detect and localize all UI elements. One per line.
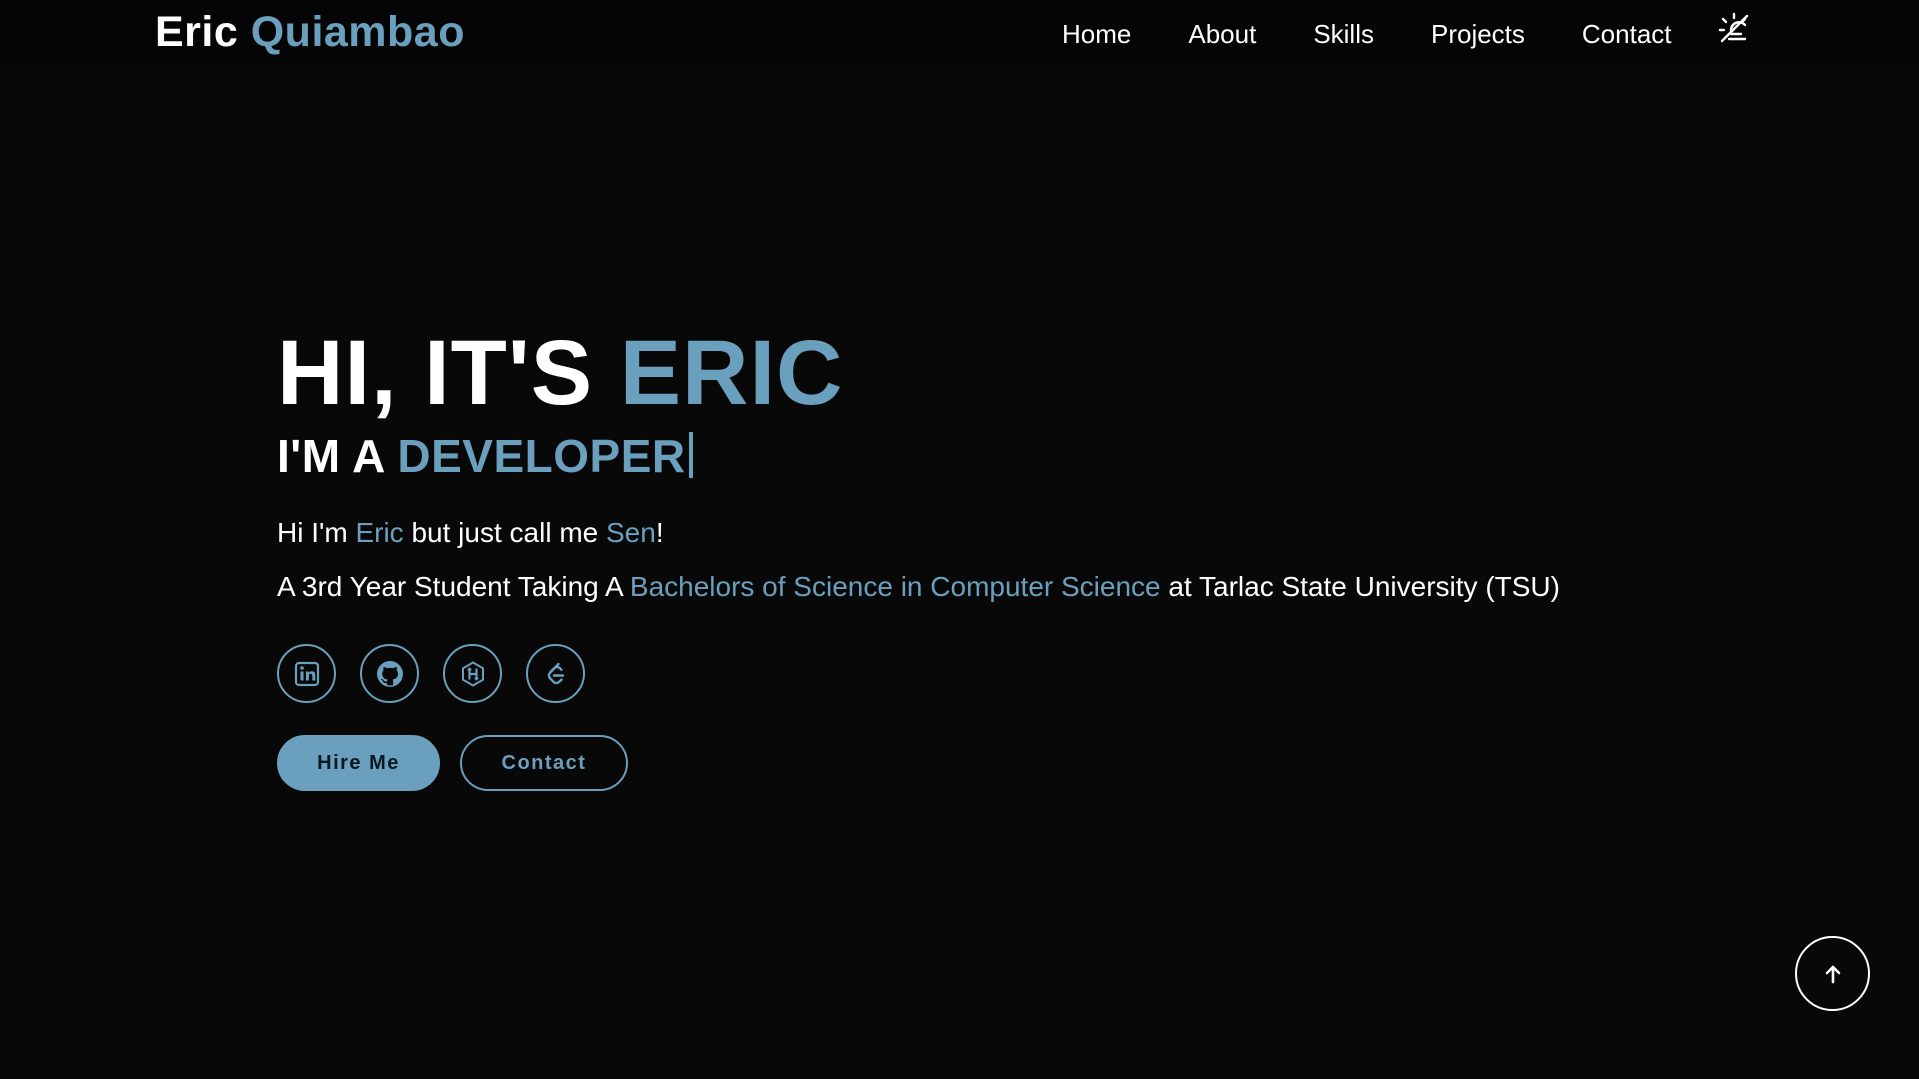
intro-education-text: A 3rd Year Student Taking A — [277, 571, 623, 602]
intro-greeting: Hi I'm Eric but just call me Sen! — [277, 516, 1560, 550]
logo-last-name: Quiambao — [250, 8, 465, 56]
intro-degree: Bachelors of Science in Computer Science — [629, 571, 1161, 602]
nav-about[interactable]: About — [1188, 18, 1256, 50]
nav-home[interactable]: Home — [1062, 18, 1131, 50]
page: Eric Quiambao Home About Skills Projects… — [0, 0, 1919, 1079]
linkedin-link[interactable] — [277, 644, 336, 703]
nav-skills[interactable]: Skills — [1313, 18, 1374, 50]
intro-greeting-text-2: but just call me — [411, 517, 599, 548]
hero-subtitle-role: DEVELOPER — [397, 430, 686, 482]
theme-toggle-icon — [1718, 12, 1748, 43]
nav-contact[interactable]: Contact — [1582, 18, 1672, 50]
hero-title: HI, IT'S ERIC — [277, 318, 1560, 428]
linkedin-icon — [294, 661, 319, 686]
arrow-up-icon — [1825, 965, 1840, 983]
hero-section: HI, IT'S ERIC I'M A DEVELOPER Hi I'm Eri… — [277, 318, 1560, 791]
nav-projects[interactable]: Projects — [1431, 18, 1525, 50]
intro-university: at Tarlac State University (TSU) — [1168, 571, 1560, 602]
intro-greeting-text: Hi I'm — [277, 517, 348, 548]
leetcode-icon — [547, 662, 564, 684]
github-link[interactable] — [360, 644, 419, 703]
theme-toggle-button[interactable] — [1714, 8, 1754, 48]
intro-nickname: Sen — [606, 517, 656, 548]
hackerrank-icon — [461, 660, 484, 687]
intro-name: Eric — [355, 517, 404, 548]
hero-subtitle: I'M A DEVELOPER — [277, 428, 1560, 484]
typing-cursor — [688, 432, 693, 478]
hackerrank-link[interactable] — [443, 644, 502, 703]
logo-first-name: Eric — [155, 8, 239, 56]
hero-buttons: Hire Me Contact — [277, 735, 1560, 791]
leetcode-link[interactable] — [526, 644, 585, 703]
scroll-to-top-button[interactable] — [1795, 936, 1870, 1011]
contact-button[interactable]: Contact — [460, 735, 628, 791]
site-logo[interactable]: Eric Quiambao — [155, 8, 465, 56]
hero-title-prefix: HI, IT'S — [277, 322, 594, 424]
intro-education: A 3rd Year Student Taking A Bachelors of… — [277, 570, 1560, 604]
main-nav: Home About Skills Projects Contact — [1062, 12, 1754, 50]
social-links — [277, 644, 1560, 703]
hero-title-name: ERIC — [619, 322, 844, 424]
hire-me-button[interactable]: Hire Me — [277, 735, 440, 791]
hero-subtitle-prefix: I'M A — [277, 430, 385, 482]
intro-exclamation: ! — [655, 517, 664, 548]
site-header: Eric Quiambao Home About Skills Projects… — [0, 0, 1919, 64]
github-icon — [376, 660, 403, 687]
